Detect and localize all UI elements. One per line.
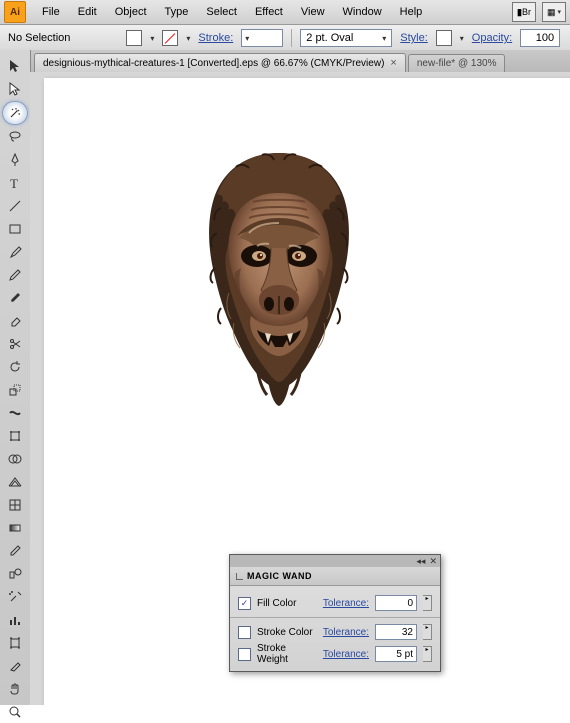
panel-controls: ◂◂ ✕ bbox=[230, 555, 440, 567]
canvas-area[interactable]: ◂◂ ✕ MAGIC WAND ✓ Fill Color Tolerance: … bbox=[30, 72, 570, 705]
bridge-button[interactable]: ▮Br bbox=[512, 2, 536, 22]
control-bar: No Selection ▾ ▾ Stroke: ▾ 2 pt. Oval▾ S… bbox=[0, 25, 570, 52]
style-label[interactable]: Style: bbox=[400, 32, 428, 44]
stroke-color-checkbox[interactable] bbox=[238, 626, 251, 639]
column-graph-tool[interactable] bbox=[3, 609, 27, 631]
close-icon[interactable]: × bbox=[390, 57, 396, 69]
app-logo-icon: Ai bbox=[4, 1, 26, 23]
artboard[interactable]: ◂◂ ✕ MAGIC WAND ✓ Fill Color Tolerance: … bbox=[44, 78, 570, 705]
tab-inactive[interactable]: new-file* @ 130% bbox=[408, 54, 506, 72]
pen-tool[interactable] bbox=[3, 149, 27, 171]
menubar: Ai File Edit Object Type Select Effect V… bbox=[0, 0, 570, 25]
tolerance-label: Tolerance: bbox=[323, 649, 369, 660]
menu-select[interactable]: Select bbox=[198, 3, 245, 21]
stepper[interactable]: ▸ bbox=[423, 624, 432, 640]
chevron-down-icon: ▾ bbox=[382, 34, 386, 43]
panel-collapse-icon[interactable]: ◂◂ bbox=[416, 556, 425, 567]
artboard-tool[interactable] bbox=[3, 632, 27, 654]
selection-status: No Selection bbox=[8, 32, 70, 44]
line-tool[interactable] bbox=[3, 195, 27, 217]
menu-type[interactable]: Type bbox=[157, 3, 197, 21]
magic-wand-panel: ◂◂ ✕ MAGIC WAND ✓ Fill Color Tolerance: … bbox=[229, 554, 441, 672]
hand-tool[interactable] bbox=[3, 678, 27, 700]
fill-swatch[interactable] bbox=[126, 30, 142, 46]
style-swatch[interactable] bbox=[436, 30, 452, 46]
scissors-tool[interactable] bbox=[3, 333, 27, 355]
perspective-grid-tool[interactable] bbox=[3, 471, 27, 493]
menu-file[interactable]: File bbox=[34, 3, 68, 21]
stepper[interactable]: ▸ bbox=[423, 646, 432, 662]
row-label: Fill Color bbox=[257, 598, 317, 609]
mesh-tool[interactable] bbox=[3, 494, 27, 516]
chevron-down-icon: ▾ bbox=[558, 8, 562, 16]
panel-row-fill-color: ✓ Fill Color Tolerance: 0 ▸ bbox=[238, 592, 432, 614]
tolerance-input[interactable]: 0 bbox=[375, 595, 417, 611]
blend-tool[interactable] bbox=[3, 563, 27, 585]
selection-tool[interactable] bbox=[3, 55, 27, 77]
chevron-down-icon[interactable]: ▾ bbox=[150, 34, 154, 43]
rotate-tool[interactable] bbox=[3, 356, 27, 378]
free-transform-tool[interactable] bbox=[3, 425, 27, 447]
lasso-tool[interactable] bbox=[3, 126, 27, 148]
grid-icon: ▦ bbox=[547, 7, 556, 18]
opacity-field[interactable] bbox=[520, 29, 560, 47]
paintbrush-tool[interactable] bbox=[3, 241, 27, 263]
panel-title[interactable]: MAGIC WAND bbox=[230, 567, 440, 586]
menu-edit[interactable]: Edit bbox=[70, 3, 105, 21]
opacity-label[interactable]: Opacity: bbox=[472, 32, 512, 44]
panel-close-icon[interactable]: ✕ bbox=[429, 556, 437, 567]
fill-color-checkbox[interactable]: ✓ bbox=[238, 597, 251, 610]
eraser-tool[interactable] bbox=[3, 310, 27, 332]
artwork-creature-head[interactable] bbox=[179, 138, 379, 438]
row-label: Stroke Color bbox=[257, 627, 317, 638]
arrange-documents-button[interactable]: ▦▾ bbox=[542, 2, 566, 22]
panel-row-stroke-color: Stroke Color Tolerance: 32 ▸ bbox=[238, 621, 432, 643]
stroke-swatch[interactable] bbox=[162, 30, 178, 46]
gradient-tool[interactable] bbox=[3, 517, 27, 539]
blob-brush-tool[interactable] bbox=[3, 287, 27, 309]
opacity-input[interactable] bbox=[524, 31, 556, 45]
scale-tool[interactable] bbox=[3, 379, 27, 401]
menu-help[interactable]: Help bbox=[392, 3, 431, 21]
shape-builder-tool[interactable] bbox=[3, 448, 27, 470]
eyedropper-tool[interactable] bbox=[3, 540, 27, 562]
menu-effect[interactable]: Effect bbox=[247, 3, 291, 21]
tab-label: new-file* @ 130% bbox=[417, 58, 497, 69]
width-tool[interactable] bbox=[3, 402, 27, 424]
tab-active[interactable]: designious-mythical-creatures-1 [Convert… bbox=[34, 53, 406, 72]
tools-panel: T bbox=[0, 50, 31, 705]
document-tabs: designious-mythical-creatures-1 [Convert… bbox=[0, 50, 570, 73]
tolerance-label: Tolerance: bbox=[323, 627, 369, 638]
stroke-weight-field[interactable]: ▾ bbox=[241, 29, 283, 47]
type-tool[interactable]: T bbox=[3, 172, 27, 194]
panel-row-stroke-weight: Stroke Weight Tolerance: 5 pt ▸ bbox=[238, 643, 432, 665]
stroke-label[interactable]: Stroke: bbox=[198, 32, 233, 44]
menu-object[interactable]: Object bbox=[107, 3, 155, 21]
zoom-tool[interactable] bbox=[3, 701, 27, 723]
menu-view[interactable]: View bbox=[293, 3, 333, 21]
row-label: Stroke Weight bbox=[257, 643, 317, 665]
tab-label: designious-mythical-creatures-1 [Convert… bbox=[43, 58, 384, 69]
slice-tool[interactable] bbox=[3, 655, 27, 677]
rectangle-tool[interactable] bbox=[3, 218, 27, 240]
menu-window[interactable]: Window bbox=[335, 3, 390, 21]
stroke-weight-checkbox[interactable] bbox=[238, 648, 251, 661]
brush-definition-field[interactable]: 2 pt. Oval▾ bbox=[300, 29, 392, 47]
chevron-down-icon[interactable]: ▾ bbox=[460, 34, 464, 43]
symbol-sprayer-tool[interactable] bbox=[3, 586, 27, 608]
direct-selection-tool[interactable] bbox=[3, 78, 27, 100]
tolerance-input[interactable]: 5 pt bbox=[375, 646, 417, 662]
chevron-down-icon[interactable]: ▾ bbox=[186, 34, 190, 43]
tolerance-input[interactable]: 32 bbox=[375, 624, 417, 640]
pencil-tool[interactable] bbox=[3, 264, 27, 286]
stepper[interactable]: ▸ bbox=[423, 595, 432, 611]
magic-wand-tool[interactable] bbox=[2, 101, 28, 125]
tolerance-label: Tolerance: bbox=[323, 598, 369, 609]
svg-text:T: T bbox=[10, 176, 18, 191]
